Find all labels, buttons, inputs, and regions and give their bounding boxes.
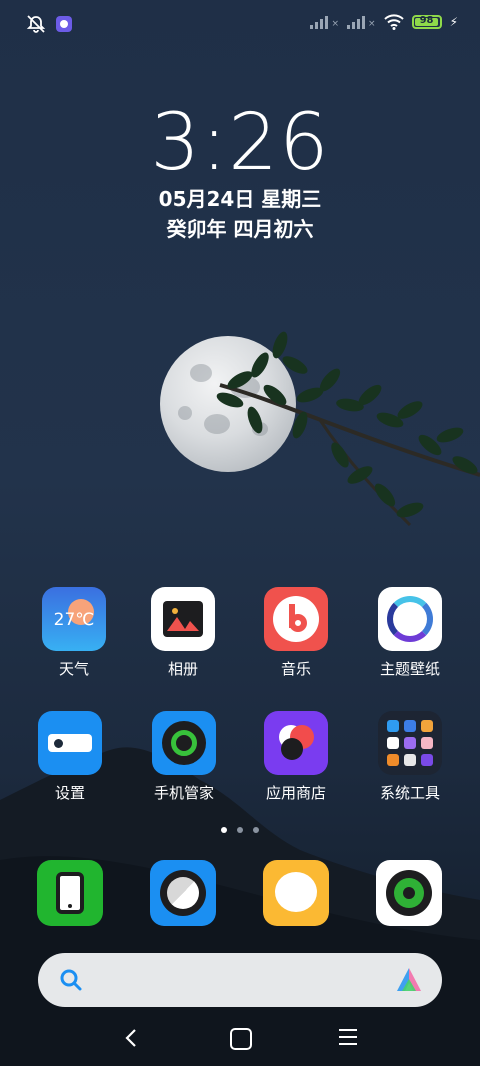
app-label: 主题壁纸	[379, 660, 440, 678]
tools-folder-icon	[378, 711, 442, 775]
assistant-logo-icon[interactable]	[394, 965, 424, 995]
app-label: 设置	[54, 784, 85, 802]
signal-1-icon: ×	[310, 15, 339, 29]
lunar-date-text: 癸卯年 四月初六	[166, 217, 314, 241]
settings-icon	[38, 711, 102, 775]
app-label: 手机管家	[153, 784, 214, 802]
app-label: 音乐	[280, 660, 311, 678]
home-icon[interactable]	[230, 1028, 252, 1050]
signal-2-icon: ×	[347, 15, 376, 29]
theme-icon	[378, 587, 442, 651]
back-icon[interactable]	[120, 1026, 144, 1050]
battery-icon: 98	[411, 15, 442, 29]
app-store-icon	[264, 711, 328, 775]
app-store[interactable]: 应用商店	[246, 711, 346, 803]
page-dot	[221, 827, 227, 833]
app-label: 天气	[58, 660, 89, 678]
dock-messages[interactable]	[263, 860, 329, 926]
messages-icon	[263, 860, 329, 926]
branch-wallpaper	[216, 331, 480, 527]
search-icon	[60, 969, 82, 991]
weather-icon: 27℃	[42, 587, 106, 651]
security-icon	[152, 711, 216, 775]
app-settings[interactable]: 设置	[20, 711, 120, 803]
charging-icon: ⚡	[449, 15, 458, 29]
page-indicator	[0, 827, 480, 833]
music-icon	[264, 587, 328, 651]
app-gallery[interactable]: 相册	[133, 587, 233, 679]
weather-temp: 27℃	[53, 610, 95, 630]
search-bar[interactable]	[38, 953, 442, 1007]
dock-browser[interactable]	[150, 860, 216, 926]
app-label: 系统工具	[379, 784, 440, 802]
app-weather[interactable]: 27℃ 天气	[24, 587, 124, 679]
status-bar: × × 98 ⚡	[0, 0, 480, 50]
folder-system-tools[interactable]: 系统工具	[360, 711, 460, 803]
bell-off-icon	[26, 15, 46, 33]
app-security[interactable]: 手机管家	[134, 711, 234, 803]
page-dot	[253, 827, 259, 833]
page-dot	[237, 827, 243, 833]
app-notification-icon	[56, 16, 72, 32]
date-text[interactable]: 05月24日 星期三	[0, 183, 480, 212]
browser-icon	[150, 860, 216, 926]
recents-icon[interactable]	[339, 1028, 357, 1046]
dock-phone[interactable]	[37, 860, 103, 926]
phone-icon	[37, 860, 103, 926]
clock-time[interactable]: 3:26	[0, 98, 480, 188]
gallery-icon	[151, 587, 215, 651]
wifi-icon	[383, 14, 404, 30]
app-label: 相册	[167, 660, 198, 678]
navigation-bar	[0, 1018, 480, 1058]
camera-icon	[376, 860, 442, 926]
dock-camera[interactable]	[376, 860, 442, 926]
battery-level: 98	[419, 15, 434, 26]
app-label: 应用商店	[265, 784, 326, 802]
app-themes[interactable]: 主题壁纸	[360, 587, 460, 679]
app-music[interactable]: 音乐	[246, 587, 346, 679]
